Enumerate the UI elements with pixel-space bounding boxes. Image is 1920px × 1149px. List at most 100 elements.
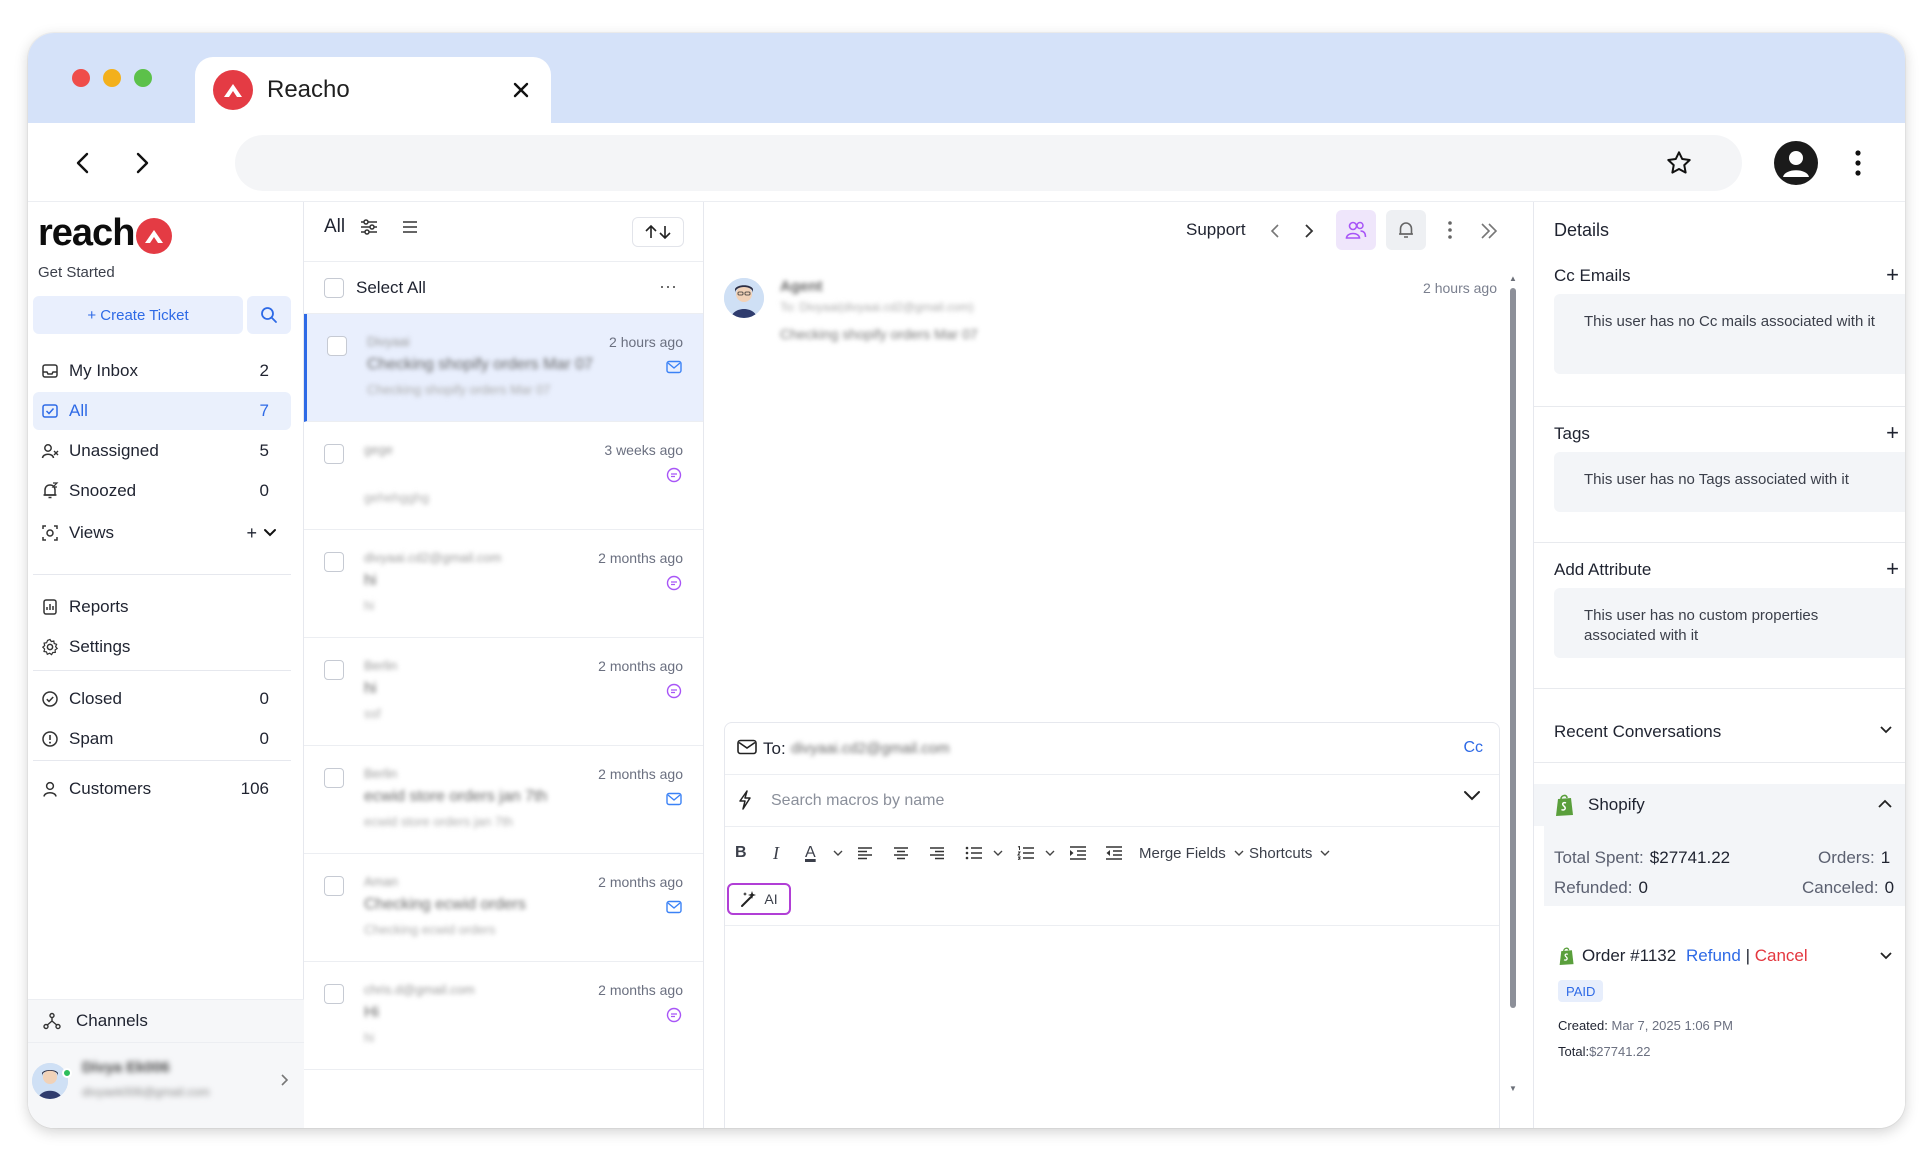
conversation-checkbox[interactable] (324, 768, 344, 788)
conversation-item[interactable]: Divyaai Checking shopify orders Mar 07 C… (304, 314, 703, 422)
thread-scrollbar[interactable]: ▲ ▼ (1508, 274, 1518, 1094)
total-spent-value: $27741.22 (1649, 848, 1731, 867)
conversation-checkbox[interactable] (324, 660, 344, 680)
close-tab-icon[interactable] (503, 72, 539, 108)
sidebar-item-snoozed[interactable]: Snoozed 0 (33, 472, 291, 510)
brand-logo[interactable]: reach (38, 212, 173, 255)
inbox-selector[interactable]: Support (1186, 220, 1246, 240)
maximize-window-button[interactable] (134, 69, 152, 87)
search-button[interactable] (247, 296, 291, 334)
conversation-item[interactable]: Berlin ecwid store orders jan 7th ecwid … (304, 746, 703, 854)
sidebar-item-my-inbox[interactable]: My Inbox 2 (33, 352, 291, 390)
to-recipient[interactable]: divyaai.cd2@gmail.com (791, 740, 950, 757)
sidebar-item-closed[interactable]: Closed 0 (33, 680, 291, 718)
cc-button[interactable]: Cc (1463, 739, 1483, 757)
chevron-right-icon[interactable] (280, 1073, 290, 1092)
chevron-down-icon[interactable] (833, 841, 843, 865)
conversation-item[interactable]: Berlin hi ssf 2 months ago (304, 638, 703, 746)
align-center-icon[interactable] (893, 841, 909, 865)
align-left-icon[interactable] (857, 841, 873, 865)
ai-assist-button[interactable]: AI (727, 883, 791, 915)
chevron-left-icon[interactable] (1264, 220, 1286, 242)
section-divider (1534, 762, 1905, 763)
order-number[interactable]: Order #1132 (1582, 946, 1676, 966)
conversation-item[interactable]: Aman Checking ecwid orders Checking ecwi… (304, 854, 703, 962)
select-all-label[interactable]: Select All (356, 278, 426, 298)
chevron-down-icon[interactable] (993, 841, 1003, 865)
conversation-item[interactable]: divyaai.cd2@gmail.com hi hi 2 months ago (304, 530, 703, 638)
select-all-checkbox[interactable] (324, 278, 344, 298)
align-right-icon[interactable] (929, 841, 945, 865)
minimize-window-button[interactable] (103, 69, 121, 87)
conversation-item[interactable]: gege gehehgghg 3 weeks ago (304, 422, 703, 530)
sidebar-item-spam[interactable]: Spam 0 (33, 720, 291, 758)
more-horizontal-icon[interactable]: ··· (659, 276, 677, 297)
conversation-checkbox[interactable] (324, 876, 344, 896)
chevron-down-icon[interactable] (1463, 789, 1481, 807)
sidebar-item-unassigned[interactable]: Unassigned 5 (33, 432, 291, 470)
collapse-panel-icon[interactable] (1474, 216, 1504, 246)
shortcuts-dropdown[interactable]: Shortcuts (1249, 841, 1330, 865)
conversation-checkbox[interactable] (324, 444, 344, 464)
recent-conversations-title[interactable]: Recent Conversations (1554, 722, 1721, 742)
get-started-link[interactable]: Get Started (38, 264, 115, 281)
list-filter-label[interactable]: All (324, 216, 345, 238)
sidebar-item-views[interactable]: Views + (33, 514, 291, 552)
profile-avatar-icon[interactable] (1774, 141, 1818, 185)
conversation-item[interactable]: chris.d@gmail.com Hi hi 2 months ago (304, 962, 703, 1070)
sidebar-item-reports[interactable]: Reports (33, 588, 291, 626)
conversation-time: 2 months ago (598, 874, 683, 890)
add-cc-icon[interactable]: + (1886, 262, 1899, 288)
chevron-down-icon[interactable] (1879, 948, 1893, 966)
notification-bell-button[interactable] (1386, 210, 1426, 250)
back-arrow-icon[interactable] (63, 143, 103, 183)
filter-sliders-icon[interactable] (358, 216, 380, 238)
scroll-down-icon[interactable]: ▼ (1508, 1084, 1518, 1094)
refund-link[interactable]: Refund (1686, 946, 1741, 965)
reply-editor[interactable] (725, 925, 1499, 1128)
assign-users-button[interactable] (1336, 210, 1376, 250)
chevron-down-icon[interactable] (1045, 841, 1055, 865)
bookmark-star-icon[interactable] (1657, 141, 1701, 185)
browser-tab[interactable]: Reacho (195, 57, 551, 123)
italic-button[interactable]: I (773, 841, 779, 865)
sidebar-item-customers[interactable]: Customers 106 (33, 770, 291, 808)
chevron-down-icon[interactable] (263, 528, 277, 538)
sidebar-item-channels[interactable]: Channels (28, 999, 304, 1043)
create-ticket-button[interactable]: + Create Ticket (33, 296, 243, 334)
sidebar-item-all[interactable]: All 7 (33, 392, 291, 430)
forward-arrow-icon[interactable] (122, 143, 162, 183)
sidebar-item-settings[interactable]: Settings (33, 628, 291, 666)
scrollbar-thumb[interactable] (1510, 288, 1516, 1008)
conversation-checkbox[interactable] (324, 552, 344, 572)
text-color-button[interactable]: A (805, 841, 816, 865)
add-view-icon[interactable]: + (246, 523, 257, 544)
address-bar[interactable] (235, 135, 1742, 191)
merge-fields-dropdown[interactable]: Merge Fields (1139, 841, 1244, 865)
tags-empty: This user has no Tags associated with it (1554, 452, 1905, 512)
conversation-checkbox[interactable] (327, 336, 347, 356)
conversation-checkbox[interactable] (324, 984, 344, 1004)
chevron-up-icon[interactable] (1877, 796, 1893, 814)
macro-search-input[interactable] (771, 787, 1431, 815)
indent-icon[interactable] (1069, 841, 1087, 865)
outdent-icon[interactable] (1105, 841, 1123, 865)
search-icon (261, 307, 277, 323)
numbered-list-icon[interactable] (1017, 841, 1035, 865)
scroll-up-icon[interactable]: ▲ (1508, 274, 1518, 284)
shopify-section-header[interactable]: Shopify (1534, 784, 1905, 826)
close-window-button[interactable] (72, 69, 90, 87)
browser-menu-icon[interactable] (1843, 141, 1873, 185)
cancel-order-link[interactable]: Cancel (1755, 946, 1808, 965)
bold-button[interactable]: B (735, 841, 747, 865)
user-profile-card[interactable]: Divya Ek006 divyaek006@gmail.com (28, 1043, 304, 1128)
chevron-right-icon[interactable] (1298, 220, 1320, 242)
chevron-down-icon[interactable] (1879, 722, 1893, 740)
add-tag-icon[interactable]: + (1886, 420, 1899, 446)
chat-channel-icon (665, 682, 683, 700)
thread-more-icon[interactable] (1438, 212, 1462, 248)
add-attribute-icon[interactable]: + (1886, 556, 1899, 582)
sort-toggle-button[interactable] (632, 217, 684, 247)
bullet-list-icon[interactable] (965, 841, 983, 865)
list-view-icon[interactable] (399, 216, 421, 238)
